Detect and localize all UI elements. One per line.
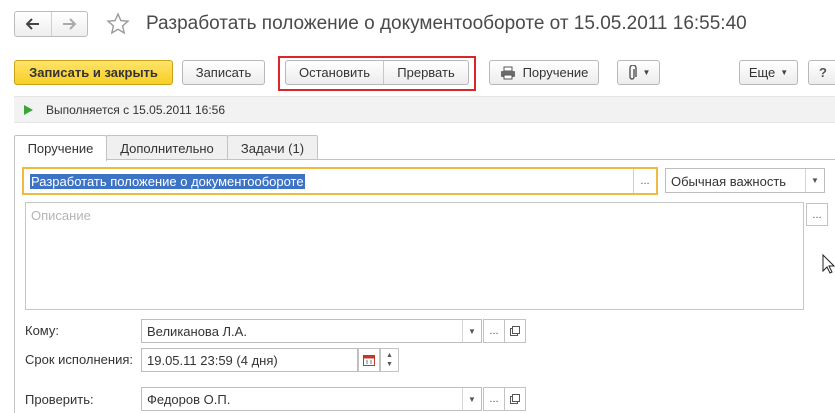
tab-tasks[interactable]: Задачи (1) [227,135,318,160]
status-text: Выполняется с 15.05.2011 16:56 [46,103,225,117]
forward-button[interactable] [50,12,88,36]
deadline-field[interactable]: 19.05.11 23:59 (4 дня) [141,348,358,372]
subject-field[interactable]: Разработать положение о документообороте… [22,167,658,195]
subject-select-button[interactable]: ... [633,169,656,193]
importance-select[interactable]: Обычная важность ▼ [665,168,825,193]
mouse-cursor-icon [822,254,835,274]
chevron-up-icon[interactable]: ▲ [386,351,393,360]
paperclip-icon [628,64,637,80]
panel-border [14,159,15,413]
open-window-icon [510,326,520,336]
back-button[interactable] [15,12,51,36]
chevron-down-icon[interactable]: ▼ [462,320,481,342]
deadline-stepper[interactable]: ▲ ▼ [380,348,399,372]
calendar-icon [363,355,375,366]
calendar-button[interactable] [358,348,380,372]
order-print-button[interactable]: Поручение [489,60,599,85]
help-icon: ? [819,65,827,80]
to-open-button[interactable] [504,319,526,343]
tab-divider [14,159,835,160]
description-edit-button[interactable]: ... [806,203,828,226]
chevron-down-icon[interactable]: ▼ [462,388,481,410]
attachments-button[interactable]: ▼ [617,60,660,85]
star-icon [106,12,130,35]
tab-order[interactable]: Поручение [14,135,107,161]
chevron-down-icon[interactable]: ▼ [805,169,824,192]
description-placeholder: Описание [31,208,91,223]
to-label: Кому: [25,323,59,338]
open-window-icon [510,394,520,404]
stop-button[interactable]: Остановить [286,61,384,84]
save-button[interactable]: Записать [182,60,265,85]
page-title: Разработать положение о документообороте… [146,13,747,34]
help-button[interactable]: ? [808,60,835,85]
check-field[interactable]: Федоров О.П. ▼ [141,387,482,411]
chevron-down-icon[interactable]: ▼ [386,360,393,369]
nav-group [14,11,88,37]
order-print-label: Поручение [522,65,589,80]
arrow-right-icon [63,18,77,30]
description-textarea[interactable]: Описание [25,202,804,310]
process-button-group: Остановить Прервать [285,60,469,85]
importance-value: Обычная важность [671,174,787,189]
check-select-button[interactable]: ... [483,387,505,411]
to-select-button[interactable]: ... [483,319,505,343]
more-button[interactable]: Еще ▼ [739,60,798,85]
abort-button[interactable]: Прервать [384,61,468,84]
printer-icon [500,66,515,79]
check-open-button[interactable] [504,387,526,411]
chevron-down-icon: ▼ [780,68,789,77]
chevron-down-icon: ▼ [642,68,651,77]
tab-additional[interactable]: Дополнительно [106,135,228,160]
deadline-value: 19.05.11 23:59 (4 дня) [147,353,278,368]
subject-value: Разработать положение о документообороте [30,174,305,189]
deadline-label: Срок исполнения: [25,352,133,367]
to-field[interactable]: Великанова Л.А. ▼ [141,319,482,343]
play-icon [24,105,33,115]
to-value: Великанова Л.А. [147,324,247,339]
check-label: Проверить: [25,392,94,407]
save-and-close-button[interactable]: Записать и закрыть [14,60,173,85]
more-label: Еще [748,65,776,80]
favorite-button[interactable] [104,10,132,38]
arrow-left-icon [25,18,39,30]
check-value: Федоров О.П. [147,392,231,407]
